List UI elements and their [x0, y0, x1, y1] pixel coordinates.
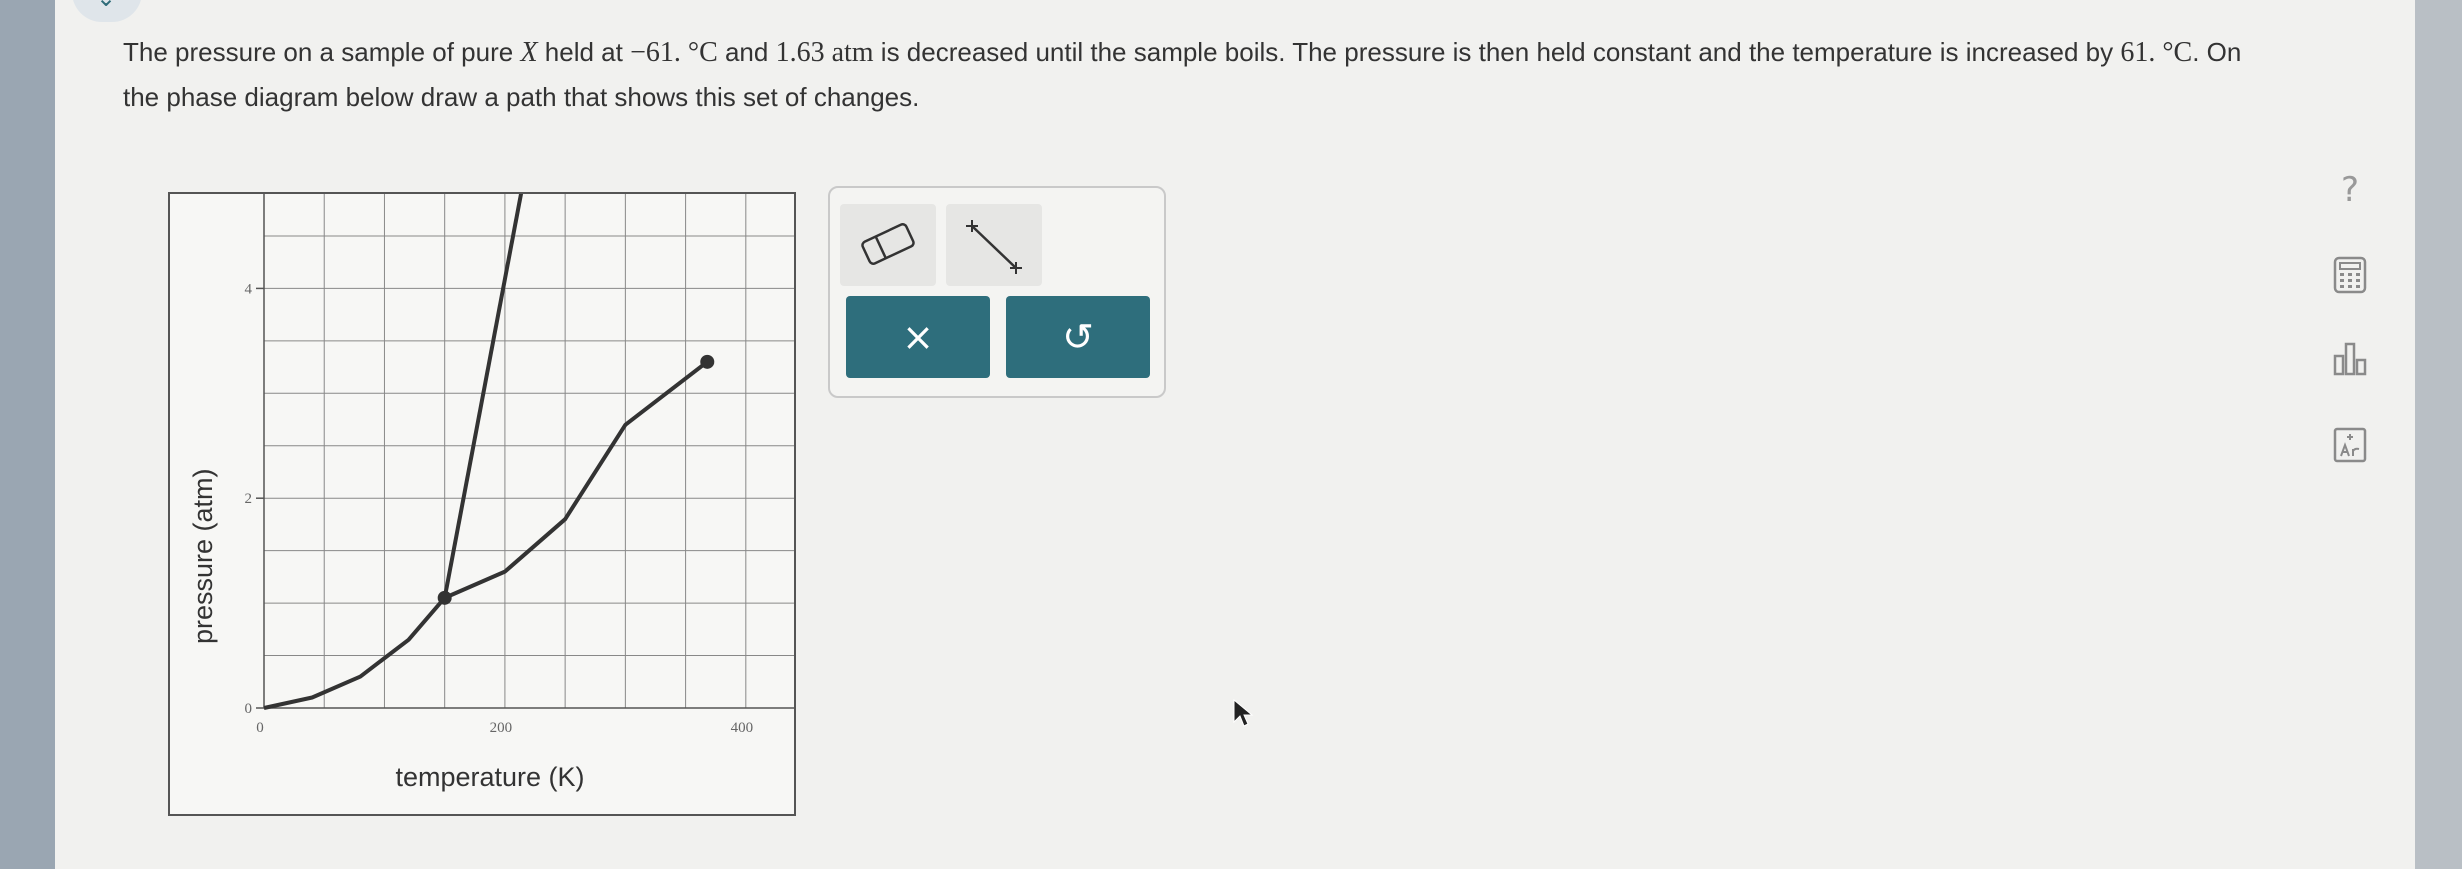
eraser-icon: [861, 223, 915, 265]
chevron-down-icon: ⌄: [96, 0, 116, 12]
y-tick-label: 0: [245, 701, 253, 717]
chart-button[interactable]: [2330, 338, 2370, 378]
temperature-increase: 61. °C: [2120, 37, 2193, 68]
clear-button[interactable]: ×: [846, 296, 990, 378]
line-icon: [966, 220, 1022, 274]
variable-x: X: [520, 37, 538, 68]
question-text: The pressure on a sample of pure X held …: [123, 37, 2242, 112]
mouse-cursor-icon: [1232, 698, 1254, 733]
window-edge: [2415, 0, 2462, 869]
critical-point: [700, 354, 715, 369]
eraser-tool[interactable]: [840, 204, 936, 286]
phase-diagram-plot[interactable]: 0 200 400 0 2 4: [170, 194, 794, 814]
y-axis-label: pressure (atm): [188, 468, 218, 644]
x-tick-label: 200: [490, 720, 512, 736]
periodic-table-button[interactable]: [2330, 425, 2370, 465]
y-tick-label: 4: [245, 281, 253, 297]
x-tick-label: 400: [731, 720, 754, 736]
line-tool[interactable]: [946, 204, 1042, 286]
help-button[interactable]: ?: [2330, 170, 2370, 210]
calculator-icon: [2333, 256, 2367, 294]
initial-pressure: 1.63 atm: [775, 37, 874, 68]
initial-temperature: −61. °C: [630, 37, 718, 68]
y-tick-label: 2: [245, 491, 253, 507]
undo-button[interactable]: ↺: [1006, 296, 1150, 378]
phase-boundary-curve: [263, 596, 447, 710]
periodic-table-icon: [2333, 427, 2367, 463]
phase-diagram[interactable]: 0 200 400 0 2 4 pressure (atm) temperature (K…: [168, 192, 796, 816]
x-axis-label: temperature (K): [395, 762, 585, 792]
triple-point: [437, 590, 452, 605]
bar-chart-icon: [2333, 342, 2367, 376]
phase-boundary-curve: [442, 194, 524, 599]
x-tick-label: 0: [256, 720, 264, 736]
drawing-toolbox: × ↺: [828, 186, 1166, 398]
calculator-button[interactable]: [2330, 255, 2370, 295]
